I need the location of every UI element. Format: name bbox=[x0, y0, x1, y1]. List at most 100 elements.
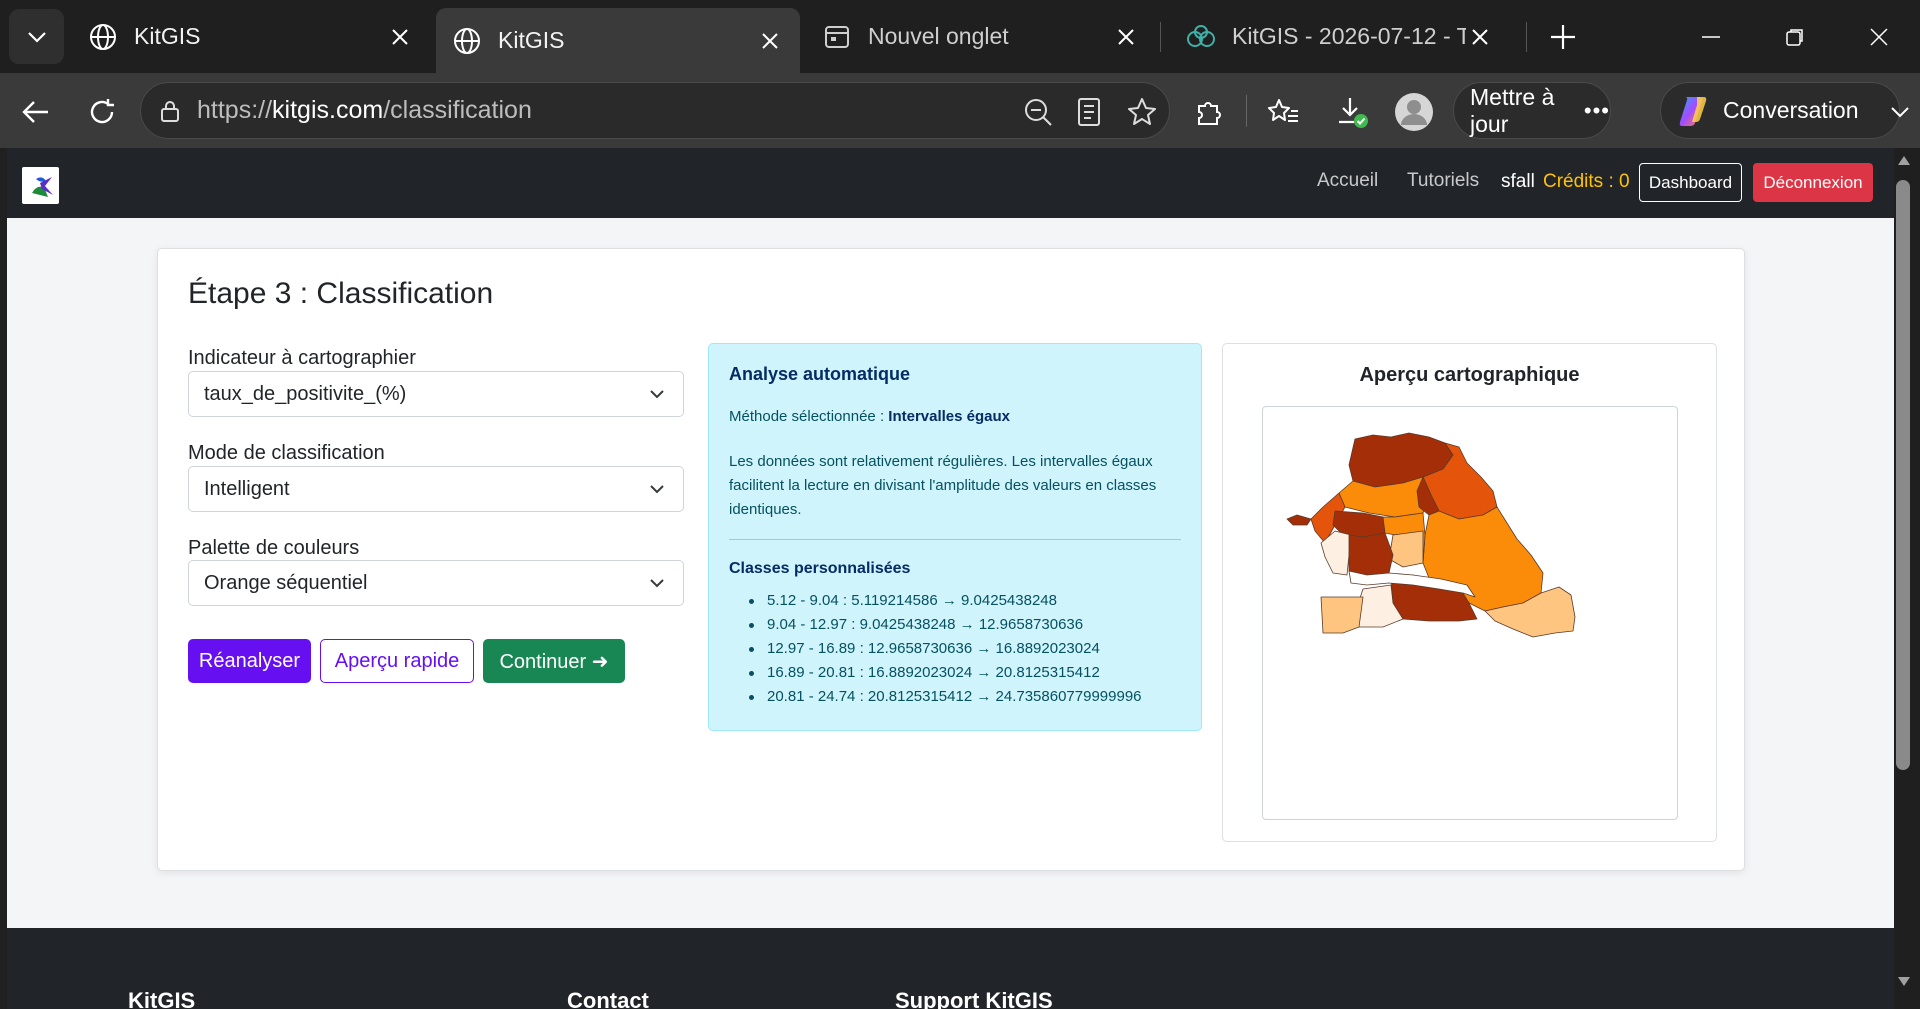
nav-link-accueil[interactable]: Accueil bbox=[1317, 170, 1378, 192]
kitgis-logo[interactable] bbox=[22, 167, 59, 204]
divider bbox=[729, 539, 1181, 540]
avatar-icon bbox=[1395, 93, 1433, 131]
more-options-icon[interactable]: ••• bbox=[1584, 98, 1610, 124]
back-button[interactable] bbox=[16, 92, 56, 132]
page-title: Étape 3 : Classification bbox=[188, 277, 494, 310]
address-bar[interactable]: https://kitgis.com/classification bbox=[140, 82, 1170, 139]
map-region bbox=[1348, 532, 1394, 576]
selected-method: Méthode sélectionnée : Intervalles égaux bbox=[729, 408, 1011, 425]
map-region bbox=[1388, 530, 1424, 568]
restore-icon bbox=[1786, 29, 1803, 46]
close-tab-icon[interactable] bbox=[756, 27, 784, 55]
list-item: 12.97 - 16.89 : 12.9658730636 → 16.88920… bbox=[749, 637, 1142, 661]
map-preview-frame[interactable] bbox=[1262, 406, 1678, 820]
reanalyze-button[interactable]: Réanalyser bbox=[188, 639, 311, 683]
indicator-label: Indicateur à cartographier bbox=[188, 347, 416, 369]
restore-button[interactable] bbox=[1778, 20, 1812, 54]
palette-label: Palette de couleurs bbox=[188, 537, 360, 559]
favorites-button[interactable] bbox=[1263, 92, 1303, 132]
choropleth-map bbox=[1286, 432, 1576, 638]
tab-strip: KitGIS KitGIS Nouvel onglet KitGIS - 202… bbox=[0, 0, 1920, 73]
chevron-down-icon bbox=[27, 31, 46, 43]
workspaces-icon bbox=[1186, 22, 1216, 52]
indicator-select[interactable]: taux_de_positivite_(%) bbox=[188, 371, 684, 417]
copilot-label: Conversation bbox=[1723, 97, 1859, 123]
close-icon bbox=[1870, 28, 1888, 46]
globe-icon bbox=[452, 26, 482, 56]
custom-classes-title: Classes personnalisées bbox=[729, 560, 911, 577]
class-list: 5.12 - 9.04 : 5.119214586 → 9.0425438248… bbox=[749, 589, 1142, 709]
list-item: 5.12 - 9.04 : 5.119214586 → 9.0425438248 bbox=[749, 589, 1142, 613]
tab-title: Nouvel onglet bbox=[868, 23, 1009, 49]
footer-heading-kitgis: KitGIS bbox=[128, 988, 196, 1009]
lock-icon bbox=[161, 101, 179, 122]
downloads-button[interactable] bbox=[1332, 92, 1372, 132]
chevron-down-icon bbox=[650, 485, 664, 494]
copilot-icon bbox=[1679, 96, 1707, 126]
arrow-left-icon bbox=[22, 101, 48, 123]
close-window-button[interactable] bbox=[1862, 20, 1896, 54]
scrollbar-thumb[interactable] bbox=[1896, 180, 1910, 770]
profile-button[interactable] bbox=[1394, 92, 1434, 132]
classification-card: Étape 3 : Classification Indicateur à ca… bbox=[157, 248, 1745, 871]
nav-link-tutoriels[interactable]: Tutoriels bbox=[1407, 170, 1479, 192]
analysis-title: Analyse automatique bbox=[729, 364, 911, 384]
footer-heading-contact: Contact bbox=[567, 988, 649, 1009]
chevron-down-icon bbox=[650, 390, 664, 399]
classification-mode-value: Intelligent bbox=[204, 477, 290, 500]
tab-kitgis-1[interactable]: KitGIS bbox=[72, 8, 430, 65]
update-label: Mettre à jour bbox=[1470, 83, 1555, 137]
favorites-list-icon bbox=[1268, 99, 1298, 122]
scroll-down-icon[interactable] bbox=[1897, 976, 1911, 988]
copilot-conversation-button[interactable]: Conversation bbox=[1660, 82, 1909, 139]
plus-icon bbox=[1551, 25, 1575, 49]
site-navbar: Accueil Tutoriels sfall Crédits : 0 Dash… bbox=[7, 148, 1894, 218]
dashboard-button[interactable]: Dashboard bbox=[1639, 163, 1742, 202]
reload-icon bbox=[90, 99, 114, 124]
favorite-star-icon[interactable] bbox=[1126, 96, 1158, 128]
toolbar-separator bbox=[1246, 95, 1247, 127]
tab-title: KitGIS bbox=[134, 23, 201, 49]
indicator-value: taux_de_positivite_(%) bbox=[204, 382, 407, 405]
scroll-up-icon[interactable] bbox=[1897, 154, 1911, 166]
tab-separator bbox=[1160, 22, 1161, 52]
reader-mode-icon[interactable] bbox=[1076, 97, 1102, 127]
reload-button[interactable] bbox=[82, 92, 122, 132]
zoom-out-icon[interactable] bbox=[1023, 97, 1053, 127]
new-tab-button[interactable] bbox=[1546, 20, 1580, 54]
page-viewport: Accueil Tutoriels sfall Crédits : 0 Dash… bbox=[7, 148, 1894, 1009]
tab-actions-menu-button[interactable] bbox=[9, 9, 64, 64]
extensions-button[interactable] bbox=[1189, 92, 1229, 132]
quick-preview-button[interactable]: Aperçu rapide bbox=[320, 639, 474, 683]
username: sfall bbox=[1501, 171, 1535, 192]
tab-title: KitGIS - 2026-07-12 - Table bbox=[1232, 23, 1466, 49]
logout-button[interactable]: Déconnexion bbox=[1753, 163, 1873, 202]
map-region bbox=[1320, 596, 1364, 634]
chevron-down-icon[interactable] bbox=[1889, 103, 1911, 121]
minimize-button[interactable] bbox=[1694, 20, 1728, 54]
browser-toolbar: https://kitgis.com/classification Mettre… bbox=[0, 73, 1920, 148]
close-tab-icon[interactable] bbox=[1112, 23, 1140, 51]
palette-select[interactable]: Orange séquentiel bbox=[188, 560, 684, 606]
classification-mode-select[interactable]: Intelligent bbox=[188, 466, 684, 512]
list-item: 20.81 - 24.74 : 20.8125315412 → 24.73586… bbox=[749, 685, 1142, 709]
list-item: 9.04 - 12.97 : 9.0425438248 → 12.9658730… bbox=[749, 613, 1142, 637]
continue-button[interactable]: Continuer ➜ bbox=[483, 639, 625, 683]
close-tab-icon[interactable] bbox=[1466, 23, 1494, 51]
globe-icon bbox=[88, 22, 118, 52]
tab-kitgis-table[interactable]: KitGIS - 2026-07-12 - Table bbox=[1170, 8, 1510, 65]
url-text: https://kitgis.com/classification bbox=[197, 96, 532, 124]
new-tab-icon bbox=[822, 22, 852, 52]
tab-title: KitGIS bbox=[498, 27, 565, 53]
tab-kitgis-active[interactable]: KitGIS bbox=[436, 8, 800, 73]
minimize-icon bbox=[1702, 36, 1720, 38]
tab-new-tab[interactable]: Nouvel onglet bbox=[806, 8, 1156, 65]
site-footer: KitGIS Contact Support KitGIS bbox=[7, 928, 1894, 1009]
kitgis-logo-icon bbox=[31, 176, 53, 197]
tab-separator bbox=[1526, 22, 1527, 52]
analysis-description: Les données sont relativement régulières… bbox=[729, 453, 1157, 518]
close-tab-icon[interactable] bbox=[386, 23, 414, 51]
chevron-down-icon bbox=[650, 579, 664, 588]
update-browser-button[interactable]: Mettre à jour ••• bbox=[1453, 82, 1611, 139]
analysis-panel: Analyse automatique Méthode sélectionnée… bbox=[708, 343, 1202, 731]
